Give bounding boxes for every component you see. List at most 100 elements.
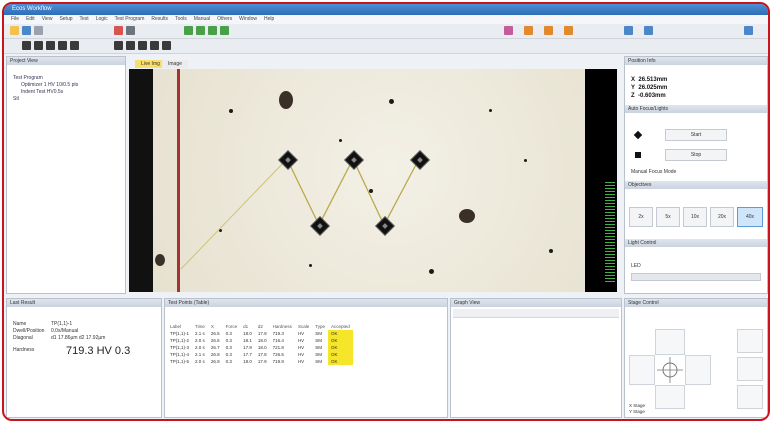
table-cell: 726.5 (272, 352, 284, 357)
objective-2x[interactable]: 2x (629, 207, 653, 227)
indent-icon[interactable] (46, 41, 55, 50)
column-header[interactable]: X (208, 323, 223, 330)
column-header[interactable]: Label (167, 323, 192, 330)
column-header[interactable]: Force (223, 323, 241, 330)
stop-button[interactable]: Stop (665, 149, 727, 161)
tools-icon[interactable] (524, 26, 533, 35)
table-cell: 18.0 (257, 345, 267, 350)
table-cell: 18.1 (243, 338, 252, 343)
hardness-value: 719.3 HV 0.3 (66, 345, 131, 357)
tab-image[interactable]: Image (162, 60, 188, 68)
ruler-icon[interactable] (544, 26, 553, 35)
table-cell: 0.3 (225, 338, 232, 343)
plus-icon[interactable] (162, 41, 171, 50)
objective-10x[interactable]: 10x (683, 207, 707, 227)
start-button[interactable]: Start (665, 129, 727, 141)
graph-header: Graph View (451, 299, 621, 307)
table-cell: 0.3 (225, 345, 232, 350)
menu-others[interactable]: Others (217, 15, 232, 24)
crosshair-icon[interactable] (34, 41, 43, 50)
table-row[interactable]: TP(1,1)-5 2.0 s 26.9 0.3 18.0 17.9 719.9 HV SM OK (167, 358, 353, 365)
diamond-icon[interactable] (114, 41, 123, 50)
column-header[interactable]: Scale (295, 323, 312, 330)
objective-5x[interactable]: 5x (656, 207, 680, 227)
objective-40x[interactable]: 40x (737, 207, 763, 227)
help-icon[interactable] (744, 26, 753, 35)
z-down-button[interactable] (737, 385, 763, 409)
stage-control-header: Stage Control (625, 299, 767, 307)
led-slider[interactable] (631, 273, 761, 281)
grid-icon[interactable] (126, 26, 135, 35)
menu-manual[interactable]: Manual (194, 15, 210, 24)
column-header[interactable]: Hardness (270, 323, 295, 330)
secondary-toolbar (4, 39, 768, 54)
print-icon[interactable] (34, 26, 43, 35)
table-cell: 26.7 (210, 345, 220, 350)
stage-up-button[interactable] (655, 329, 685, 355)
circle-icon[interactable] (220, 26, 229, 35)
angle-icon[interactable] (208, 26, 217, 35)
table-cell: SM (315, 345, 322, 350)
menu-view[interactable]: View (42, 15, 53, 24)
objective-20x[interactable]: 20x (710, 207, 734, 227)
table-row[interactable]: TP(1,1)-4 2.1 s 26.8 0.3 17.7 17.8 726.5 HV SM OK (167, 351, 353, 358)
stage-left-button[interactable] (629, 355, 655, 385)
scale-icon[interactable] (564, 26, 573, 35)
column-header[interactable]: d1 (240, 323, 255, 330)
tree-item-test-program[interactable]: Test Program (13, 75, 78, 82)
project-view-header: Project View (7, 57, 125, 65)
menu-tools[interactable]: Tools (175, 15, 187, 24)
table-cell: 2.1 s (195, 331, 205, 336)
tree-item-stl[interactable]: Stl (13, 96, 78, 103)
title-bar: Ecos Workflow (4, 4, 768, 15)
line-icon[interactable] (196, 26, 205, 35)
z-home-button[interactable] (737, 357, 763, 381)
column-header[interactable]: Type (312, 323, 328, 330)
menu-test[interactable]: Test (80, 15, 89, 24)
manual-focus-checkbox[interactable]: Manual Focus Mode (631, 169, 676, 175)
tree-item-optimizer[interactable]: Optimizer 1 HV 10/0.5 pts (13, 82, 78, 89)
table-cell: TP(1,1)-2 (170, 338, 190, 343)
menu-edit[interactable]: Edit (26, 15, 35, 24)
zoom-icon[interactable] (644, 26, 653, 35)
undo-icon[interactable] (138, 41, 147, 50)
play-icon[interactable] (70, 41, 79, 50)
stage-right-button[interactable] (685, 355, 711, 385)
table-cell: SM (315, 352, 322, 357)
chart-icon[interactable] (504, 26, 513, 35)
microscope-viewport[interactable] (129, 69, 617, 292)
menu-help[interactable]: Help (264, 15, 274, 24)
z-up-button[interactable] (737, 329, 763, 353)
menu-window[interactable]: Window (239, 15, 257, 24)
save-icon[interactable] (22, 26, 31, 35)
move-icon[interactable] (58, 41, 67, 50)
table-row[interactable]: TP(1,1)-2 2.0 s 26.6 0.3 18.1 18.0 716.4 HV SM OK (167, 337, 353, 344)
table-cell: 0.3 (225, 331, 232, 336)
folder-icon[interactable] (10, 26, 19, 35)
stage-down-button[interactable] (655, 385, 685, 409)
last-result-pane: Last Result Name TP(1,1)-1 Dwell/Positio… (6, 298, 162, 418)
column-header[interactable]: d2 (255, 323, 270, 330)
column-header[interactable]: Accepted (328, 323, 353, 330)
graph-toolbar (453, 309, 619, 318)
camera-icon[interactable] (624, 26, 633, 35)
table-cell: 2.0 s (195, 345, 205, 350)
redo-icon[interactable] (150, 41, 159, 50)
pointer-icon[interactable] (22, 41, 31, 50)
square-icon[interactable] (126, 41, 135, 50)
menu-setup[interactable]: Setup (59, 15, 72, 24)
column-header[interactable]: Time (192, 323, 208, 330)
menu-logic[interactable]: Logic (96, 15, 108, 24)
menu-test-program[interactable]: Test Program (115, 15, 145, 24)
x-position-value: 26.513mm (638, 77, 668, 83)
table-row[interactable]: TP(1,1)-3 2.0 s 26.7 0.3 17.9 18.0 721.8 HV SM OK (167, 344, 353, 351)
measure-icon[interactable] (184, 26, 193, 35)
menu-results[interactable]: Results (151, 15, 168, 24)
stop-icon[interactable] (114, 26, 123, 35)
result-value-diagonal: d1 17.86µm d2 17.92µm (51, 335, 106, 341)
result-label-dwell: Dwell/Position (13, 328, 45, 334)
tree-item-indent-test[interactable]: Indent Test HV0.5s (13, 89, 78, 96)
table-header-row: Label Time X Force d1 d2 Hardness Scale … (167, 323, 353, 330)
table-row[interactable]: TP(1,1)-1 2.1 s 26.5 0.3 18.0 17.9 719.3 HV SM OK (167, 330, 353, 337)
menu-file[interactable]: File (11, 15, 19, 24)
